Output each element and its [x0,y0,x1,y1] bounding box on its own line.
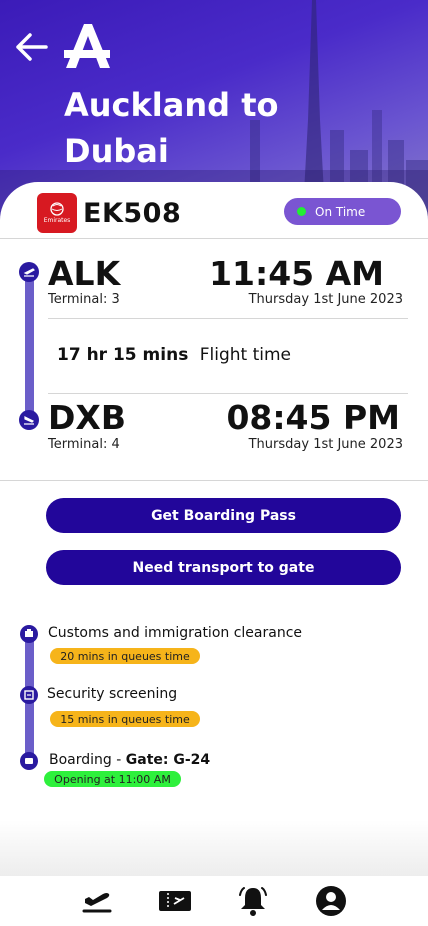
departure-time: 11:45 AM [209,254,384,293]
landing-icon [19,410,39,430]
route-timeline-line [25,280,34,412]
divider [0,238,428,239]
divider [48,318,408,319]
departure-terminal: Terminal: 3 [48,292,120,307]
flight-number: EK508 [83,198,182,229]
emirates-logo-icon: Emirates [37,193,77,233]
duration-label: Flight time [199,345,292,365]
departure-code: ALK [48,254,121,293]
step-boarding-title: Boarding - Gate: G-24 [49,752,210,768]
arrival-terminal: Terminal: 4 [48,437,120,452]
customs-icon [20,625,38,643]
nav-profile-icon[interactable] [313,884,349,918]
nav-flights-icon[interactable] [79,884,115,918]
step-customs-queue-chip: 20 mins in queues time [50,648,200,664]
step-boarding-gate: Gate: G-24 [125,752,211,768]
route-title-line2: Dubai [64,132,169,170]
status-text: On Time [315,204,366,219]
status-dot-icon [297,207,306,216]
security-icon [20,686,38,704]
step-boarding-prefix: Boarding - [49,752,126,768]
get-boarding-pass-button[interactable]: Get Boarding Pass [46,498,401,533]
arrival-code: DXB [48,398,126,437]
bottom-nav [0,876,428,926]
back-arrow-icon[interactable] [14,32,48,62]
airline-logo-text: Emirates [43,217,71,224]
boarding-icon [20,752,38,770]
transport-to-gate-button[interactable]: Need transport to gate [46,550,401,585]
arrival-time: 08:45 PM [226,398,400,437]
step-security-queue-chip: 15 mins in queues time [50,711,200,727]
route-title-line1: Auckland to [64,86,279,124]
step-security-title: Security screening [47,686,178,702]
duration-value: 17 hr 15 mins [57,345,189,365]
nav-ticket-icon[interactable] [157,884,193,918]
step-boarding-opening-chip: Opening at 11:00 AM [44,771,181,787]
divider [48,393,408,394]
nav-notifications-bell-icon[interactable] [235,884,271,918]
flight-duration: 17 hr 15 mins Flight time [57,345,291,365]
divider [0,480,428,481]
arrival-date: Thursday 1st June 2023 [248,437,403,452]
app-logo-icon [62,22,114,70]
departure-date: Thursday 1st June 2023 [248,292,403,307]
bottom-fade [0,820,428,876]
status-badge: On Time [284,198,401,225]
step-customs-title: Customs and immigration clearance [48,625,303,641]
route-title: Auckland to Dubai [64,82,364,174]
takeoff-icon [19,262,39,282]
